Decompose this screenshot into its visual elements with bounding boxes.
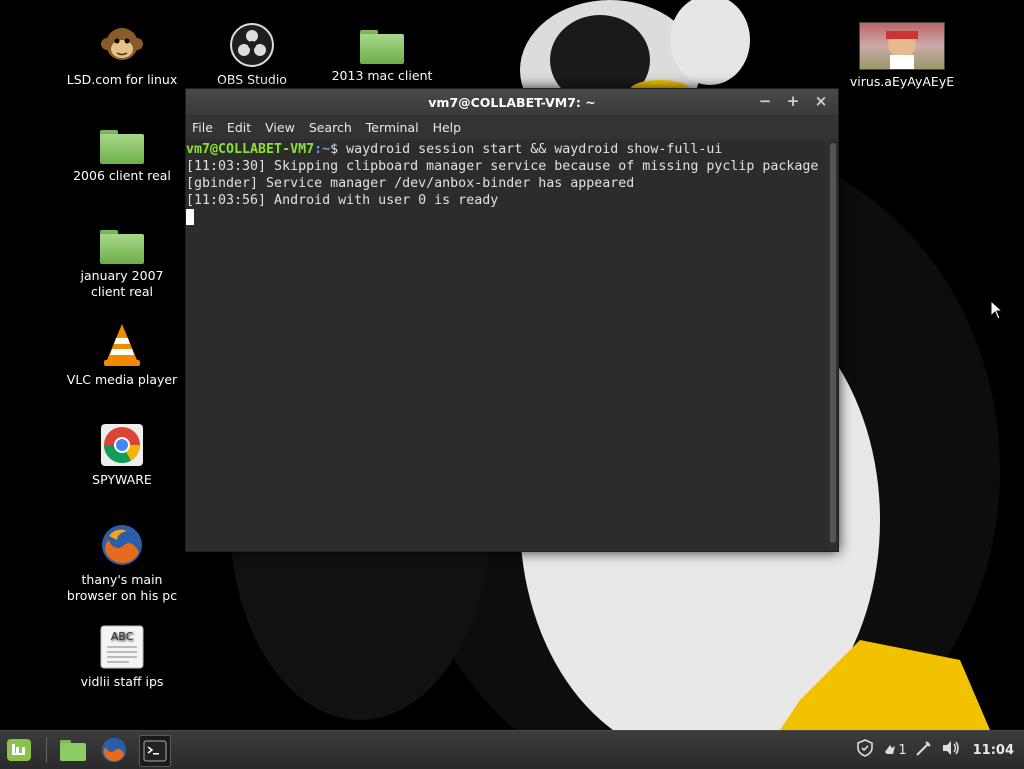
desktop-icon-label: LSD.com for linux [66, 72, 178, 87]
firefox-icon[interactable] [99, 735, 129, 765]
menu-terminal[interactable]: Terminal [366, 120, 419, 135]
desktop-icon-spyware[interactable]: SPYWARE [62, 422, 182, 488]
minimize-button[interactable]: − [756, 92, 774, 110]
output-line: [11:03:56] Android with user 0 is ready [186, 193, 499, 208]
desktop-icon-label: january 2007 client real [80, 268, 164, 299]
system-tray: 1 11:04 [856, 731, 1014, 769]
desktop-icon-virus[interactable]: virus.aEyAyAEyE [842, 22, 962, 90]
maximize-button[interactable]: + [784, 92, 802, 110]
prompt-path: :~ [314, 142, 331, 157]
text-file-icon: ABC [99, 624, 145, 670]
desktop-icon-label: vidlii staff ips [80, 674, 164, 689]
obs-icon [229, 22, 275, 68]
desktop-icon-folder-2013[interactable]: 2013 mac client [322, 22, 442, 84]
menu-file[interactable]: File [192, 120, 213, 135]
firefox-icon [99, 522, 145, 568]
update-manager-icon[interactable]: 1 [882, 742, 907, 758]
desktop-icon-label: SPYWARE [92, 472, 152, 487]
desktop-icon-firefox[interactable]: thany's main browser on his pc [62, 522, 182, 604]
terminal-window[interactable]: vm7@COLLABET-VM7: ~ − + × File Edit View… [185, 88, 839, 552]
desktop-icon-label: OBS Studio [217, 72, 287, 87]
terminal-icon[interactable] [139, 735, 171, 767]
desktop-icon-obs[interactable]: OBS Studio [192, 22, 312, 88]
shield-icon[interactable] [856, 739, 874, 761]
network-icon[interactable] [915, 739, 933, 761]
window-title: vm7@COLLABET-VM7: ~ [428, 94, 596, 110]
terminal-titlebar[interactable]: vm7@COLLABET-VM7: ~ − + × [186, 89, 838, 115]
prompt-user: vm7@COLLABET-VM7 [186, 142, 315, 157]
output-line: [11:03:30] Skipping clipboard manager se… [186, 159, 819, 174]
monkey-icon [99, 22, 145, 68]
vlc-icon [99, 322, 145, 368]
desktop-icon-label: 2013 mac client [331, 68, 433, 83]
clock[interactable]: 11:04 [973, 743, 1014, 758]
folder-icon [100, 230, 144, 264]
desktop-icon-label: 2006 client real [73, 168, 171, 183]
desktop-icon-vlc[interactable]: VLC media player [62, 322, 182, 388]
text-cursor [186, 209, 194, 225]
menu-help[interactable]: Help [433, 120, 462, 135]
desktop-icon-folder-2006[interactable]: 2006 client real [62, 122, 182, 184]
output-line: [gbinder] Service manager /dev/anbox-bin… [186, 176, 635, 191]
desktop-icon-lsd[interactable]: LSD.com for linux [62, 22, 182, 88]
taskbar: 1 11:04 [0, 730, 1024, 769]
files-icon[interactable] [58, 735, 88, 765]
menu-edit[interactable]: Edit [227, 120, 251, 135]
prompt-symbol: $ [330, 142, 347, 157]
chrome-icon [99, 422, 145, 468]
svg-text:ABC: ABC [111, 630, 134, 643]
desktop-icon-label: thany's main browser on his pc [66, 572, 178, 603]
mint-menu-icon[interactable] [4, 735, 34, 765]
desktop-icon-label: VLC media player [66, 372, 178, 387]
desktop-icon-folder-2007[interactable]: january 2007 client real [62, 222, 182, 300]
close-button[interactable]: × [812, 92, 830, 110]
folder-icon [100, 130, 144, 164]
update-badge: 1 [898, 742, 907, 758]
terminal-menubar: File Edit View Search Terminal Help [186, 115, 838, 139]
folder-icon [360, 30, 404, 64]
menu-search[interactable]: Search [309, 120, 352, 135]
image-thumbnail-icon [859, 22, 945, 70]
command-text: waydroid session start && waydroid show-… [346, 142, 723, 157]
menu-view[interactable]: View [265, 120, 295, 135]
desktop-icon-textfile[interactable]: ABC vidlii staff ips [62, 624, 182, 690]
terminal-output[interactable]: vm7@COLLABET-VM7:~$ waydroid session sta… [186, 141, 826, 549]
volume-icon[interactable] [941, 740, 961, 760]
scrollbar[interactable] [830, 143, 836, 543]
command-line: vm7@COLLABET-VM7:~$ waydroid session sta… [186, 141, 826, 158]
mouse-pointer-icon [990, 299, 1004, 324]
desktop-icon-label: virus.aEyAyAEyE [849, 74, 955, 89]
